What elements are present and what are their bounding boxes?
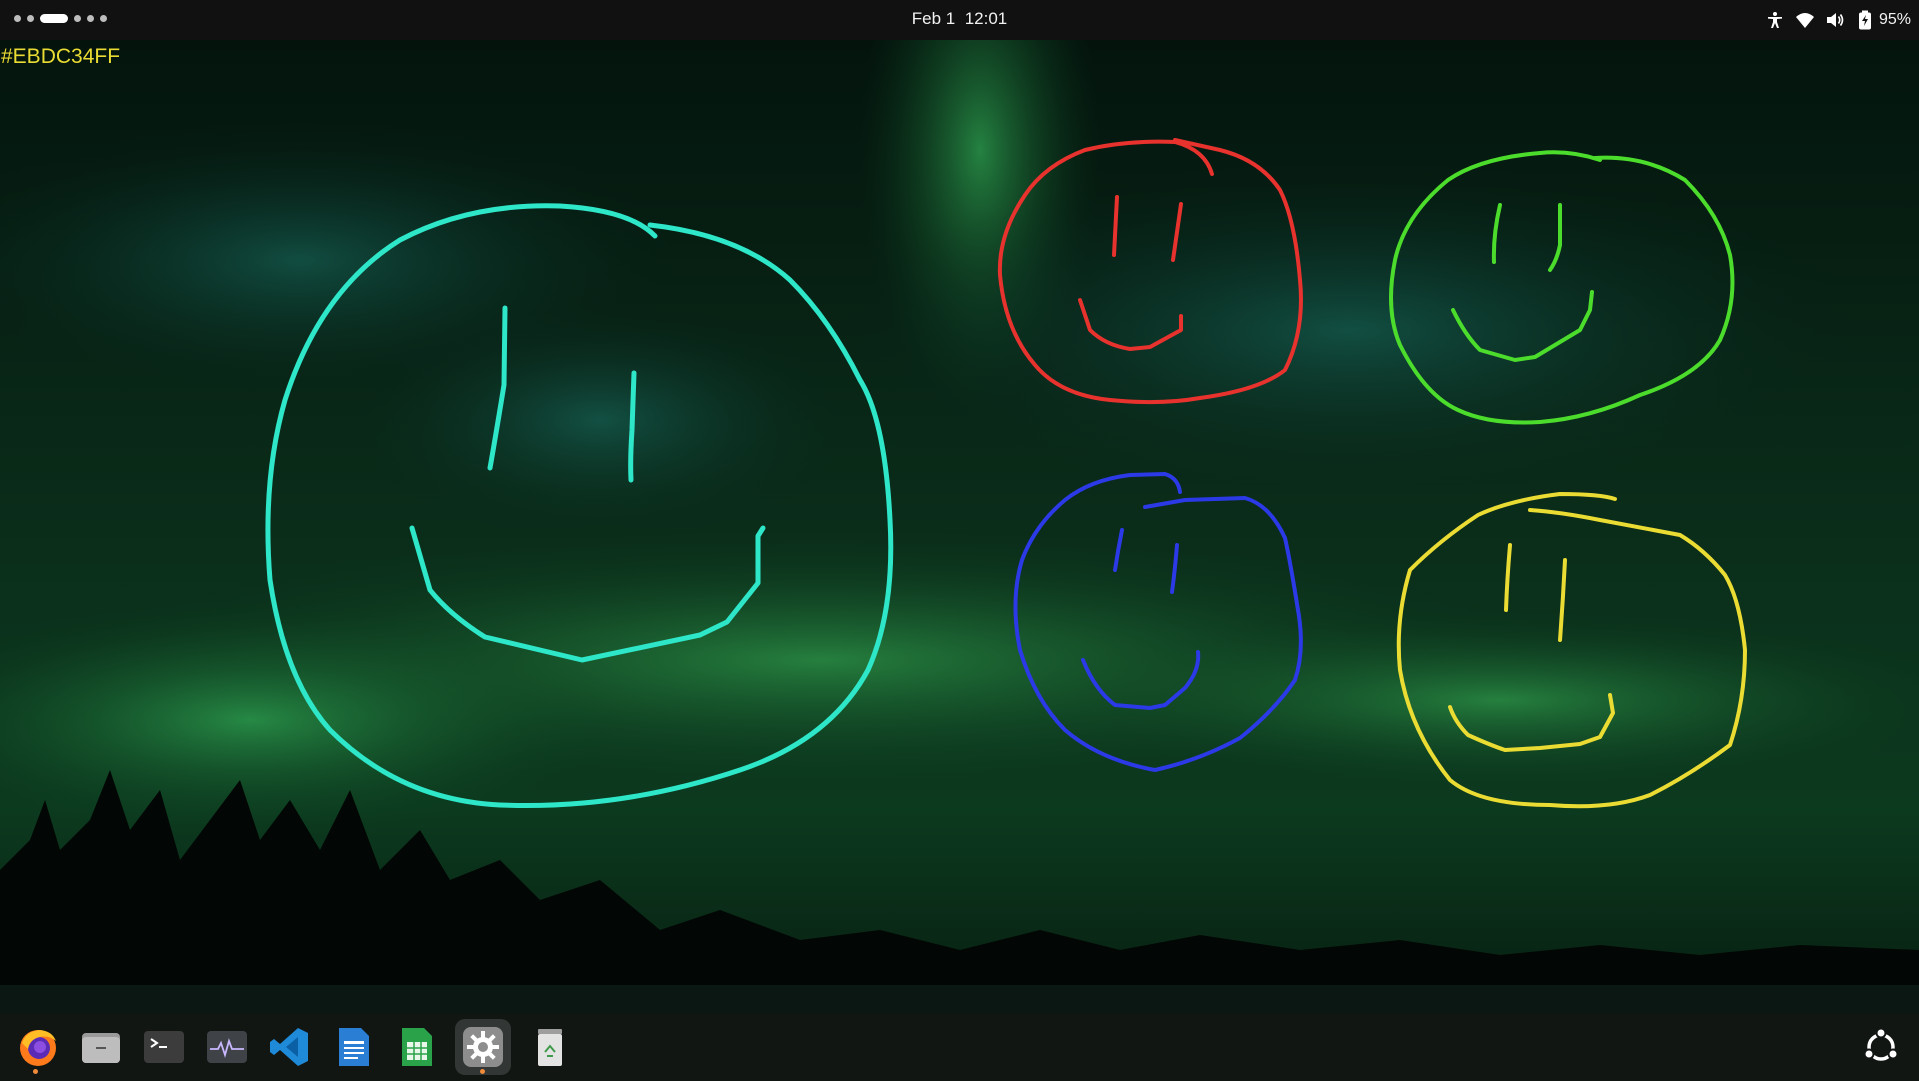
yellow-smiley [1396,492,1747,809]
running-indicator [33,1069,38,1074]
trash-icon [528,1025,572,1069]
clock-date: Feb 1 [911,9,956,28]
dock-item-calc[interactable] [388,1019,444,1075]
dock-item-settings[interactable] [455,1019,511,1075]
clock-button[interactable]: Feb 1 12:01 [912,9,1007,28]
workspace-indicator[interactable] [14,14,107,23]
clock-time: 12:01 [964,9,1008,28]
spreadsheet-icon [394,1025,438,1069]
gear-icon [461,1025,505,1069]
workspace-dot[interactable] [87,15,94,22]
dock-item-trash[interactable] [522,1019,578,1075]
workspace-dot[interactable] [27,15,34,22]
vscode-icon [268,1025,312,1069]
battery-icon[interactable] [1855,10,1875,30]
folder-icon [79,1025,123,1069]
dock-item-files[interactable] [73,1019,129,1075]
color-readout: #EBDC34FF [1,45,121,68]
workspace-dot[interactable] [100,15,107,22]
firefox-icon [16,1025,60,1069]
volume-icon[interactable] [1825,10,1845,30]
top-bar: Feb 1 12:01 95% [0,0,1919,40]
red-smiley [997,138,1303,405]
dock-item-system-monitor[interactable] [199,1019,255,1075]
dock-item-vscode[interactable] [262,1019,318,1075]
blue-smiley [1013,472,1303,772]
drawing-canvas[interactable] [0,0,1919,1081]
clock: Feb 1 12:01 [0,9,1919,29]
workspace-dot[interactable] [14,15,21,22]
terminal-icon [142,1025,186,1069]
system-tray[interactable]: 95% [1765,7,1911,33]
show-apps-button[interactable] [1853,1019,1909,1075]
teal-smiley [265,203,894,809]
ubuntu-logo-icon [1859,1025,1903,1069]
battery-percentage: 95% [1878,11,1911,28]
green-smiley [1389,150,1735,425]
document-icon [331,1025,375,1069]
dock-item-writer[interactable] [325,1019,381,1075]
running-indicator [480,1069,485,1074]
activity-icon [205,1025,249,1069]
accessibility-icon[interactable] [1765,10,1785,30]
dock-item-firefox[interactable] [10,1019,66,1075]
wifi-icon[interactable] [1795,10,1815,30]
dock [0,1014,1919,1081]
workspace-active-pill[interactable] [40,14,68,23]
workspace-dot[interactable] [74,15,81,22]
dock-item-terminal[interactable] [136,1019,192,1075]
